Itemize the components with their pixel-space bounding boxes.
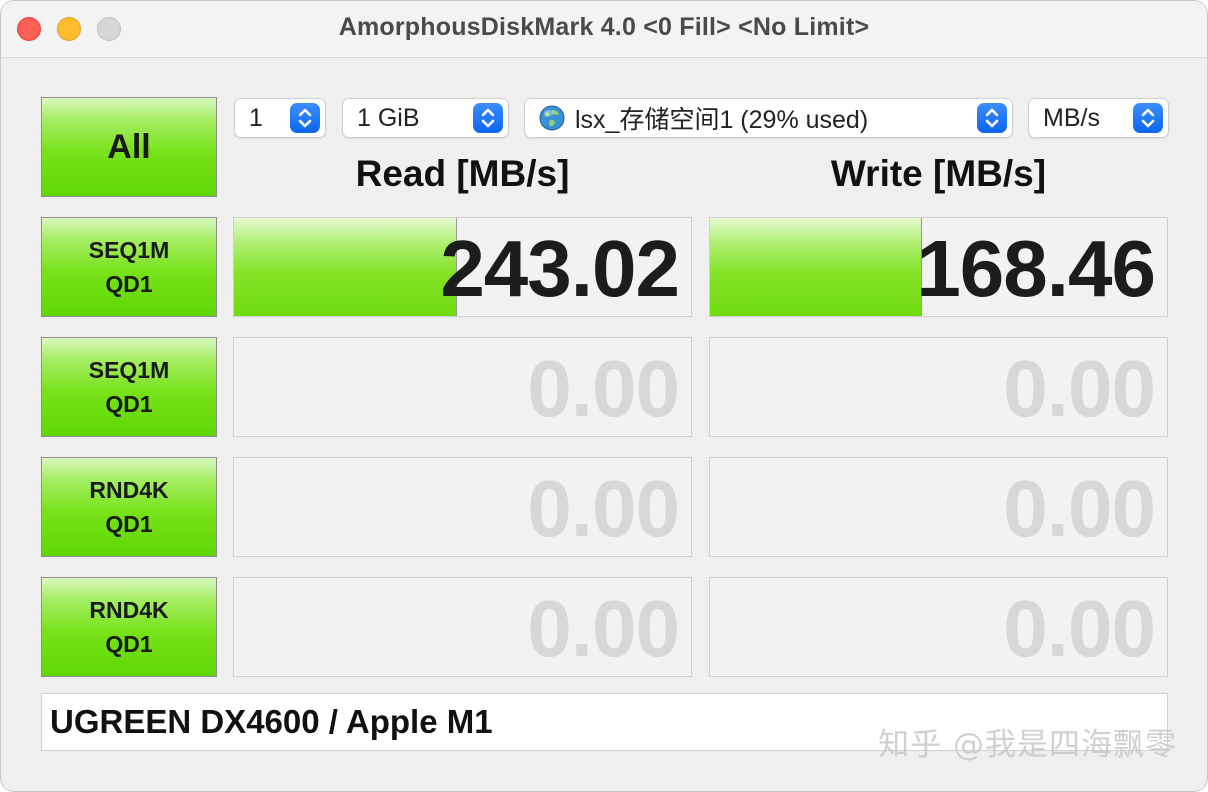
read-value: 0.00 [527,584,680,673]
unit-value: MB/s [1043,103,1100,132]
test-size-select[interactable]: 1 GiB [342,98,509,138]
globe-icon [539,105,565,131]
test-button-line2: QD1 [105,271,153,297]
test-button-line1: SEQ1M [88,357,170,383]
write-progress-fill [710,218,923,316]
write-value: 0.00 [1003,344,1156,433]
target-drive-value: lsx_存储空间1 (29% used) [575,106,869,134]
unit-select[interactable]: MB/s [1028,98,1169,138]
read-result-4: 0.00 [233,577,692,677]
write-value: 0.00 [1003,464,1156,553]
target-drive-select[interactable]: lsx_存储空间1 (29% used) [524,98,1013,138]
read-result-2: 0.00 [233,337,692,437]
read-column-header: Read [MB/s] [355,153,570,194]
write-result-2: 0.00 [709,337,1168,437]
test-button-line1: RND4K [89,477,169,503]
test-button-seq1m-qd1-b[interactable]: SEQ1M QD1 [41,337,217,437]
test-button-line2: QD1 [105,391,153,417]
stepper-arrows-icon [1133,103,1163,133]
test-size-value: 1 GiB [357,103,420,132]
read-progress-fill [234,218,457,316]
stepper-arrows-icon [977,103,1007,133]
write-result-1: 168.46 [709,217,1168,317]
read-result-3: 0.00 [233,457,692,557]
all-tests-button[interactable]: All [41,97,217,197]
read-value: 0.00 [527,464,680,553]
read-value: 0.00 [527,344,680,433]
test-button-seq1m-qd1-a[interactable]: SEQ1M QD1 [41,217,217,317]
window-title: AmorphousDiskMark 4.0 <0 Fill> <No Limit… [338,13,870,41]
app-window: AmorphousDiskMark 4.0 <0 Fill> <No Limit… [0,0,1208,792]
write-column-header: Write [MB/s] [830,153,1047,194]
test-count-value: 1 [249,103,263,132]
test-count-select[interactable]: 1 [234,98,326,138]
title-bar[interactable]: AmorphousDiskMark 4.0 <0 Fill> <No Limit… [1,1,1207,58]
write-result-3: 0.00 [709,457,1168,557]
stepper-arrows-icon [290,103,320,133]
test-button-line2: QD1 [105,511,153,537]
write-value: 168.46 [916,224,1156,313]
write-result-4: 0.00 [709,577,1168,677]
stepper-arrows-icon [473,103,503,133]
test-button-line2: QD1 [105,631,153,657]
test-button-rnd4k-qd1-a[interactable]: RND4K QD1 [41,457,217,557]
read-result-1: 243.02 [233,217,692,317]
test-button-line1: SEQ1M [88,237,170,263]
test-button-line1: RND4K [89,597,169,623]
test-button-rnd4k-qd1-b[interactable]: RND4K QD1 [41,577,217,677]
write-value: 0.00 [1003,584,1156,673]
watermark-text: 知乎 @我是四海飘零 [878,727,1177,763]
read-value: 243.02 [440,224,680,313]
